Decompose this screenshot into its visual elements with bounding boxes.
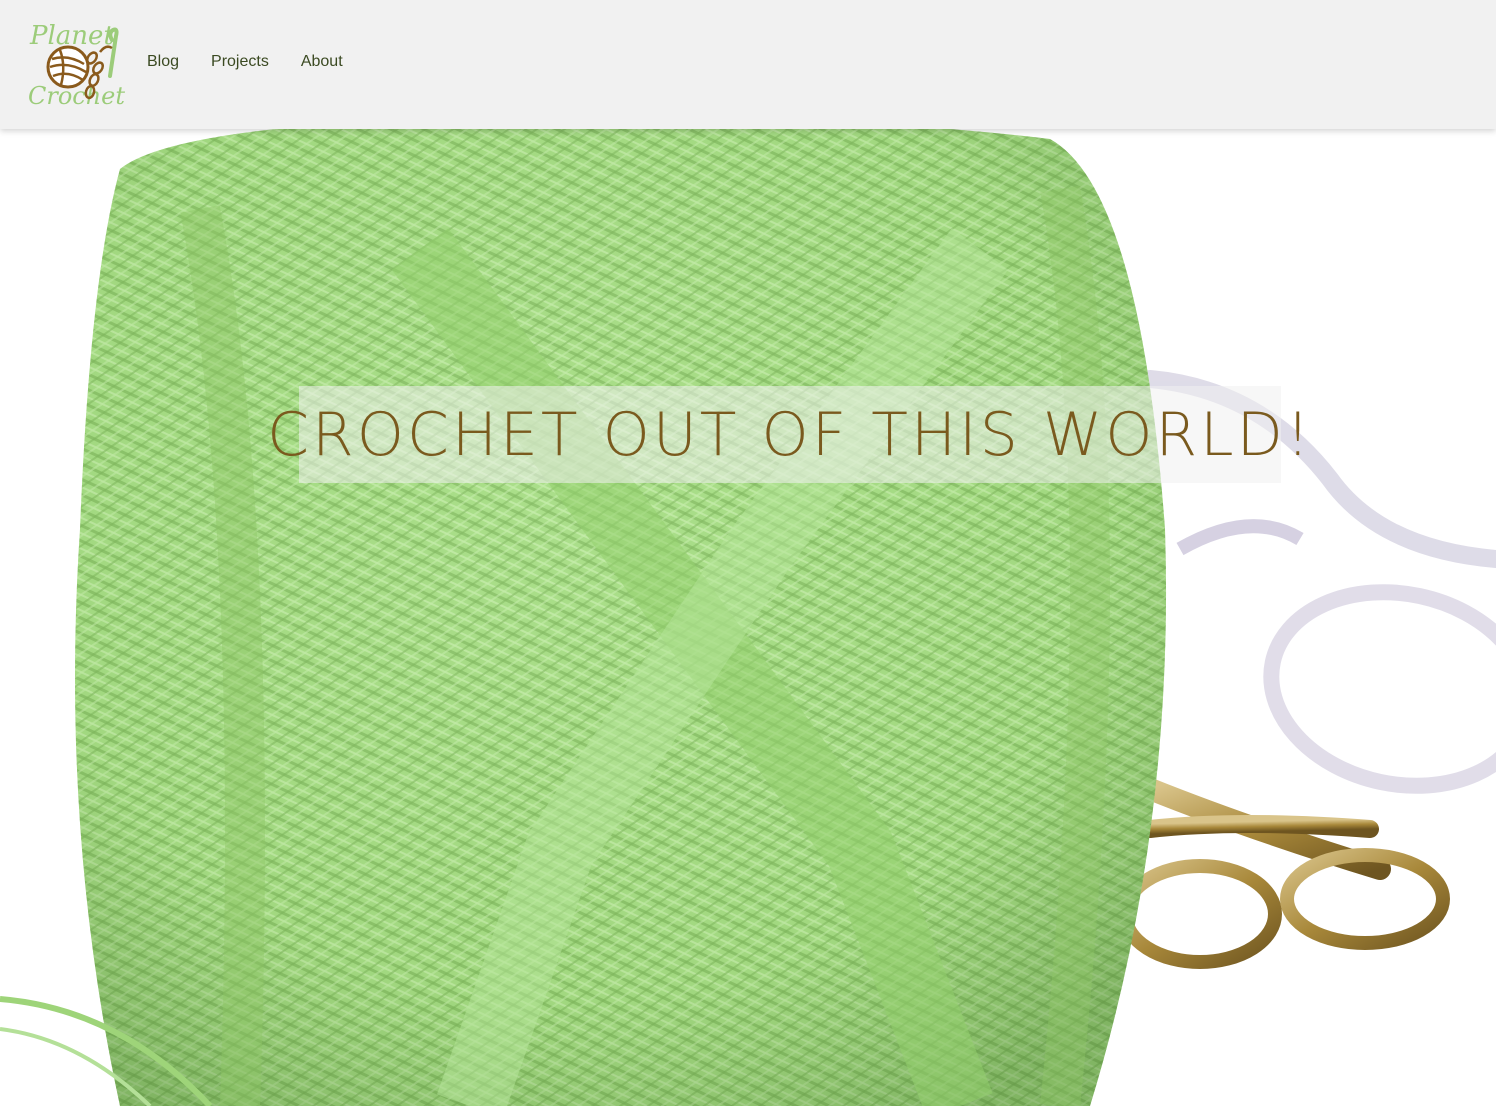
hero-headline: CROCHET OUT OF THIS WORLD! (267, 399, 1313, 470)
site-header: Planet Crochet Blog Projects About (0, 0, 1496, 129)
yarn-ball-hook-icon: Planet Crochet (28, 21, 125, 110)
hero-section: CROCHET OUT OF THIS WORLD! (0, 129, 1496, 1106)
nav-link-projects[interactable]: Projects (211, 50, 269, 74)
yarn-ball-illustration (75, 129, 1167, 1106)
main-nav: Blog Projects About (147, 50, 343, 74)
hero-image (0, 129, 1496, 1106)
nav-link-blog[interactable]: Blog (147, 50, 179, 74)
nav-link-about[interactable]: About (301, 50, 343, 74)
site-logo[interactable]: Planet Crochet (28, 14, 126, 110)
hero-banner: CROCHET OUT OF THIS WORLD! (267, 386, 1310, 483)
